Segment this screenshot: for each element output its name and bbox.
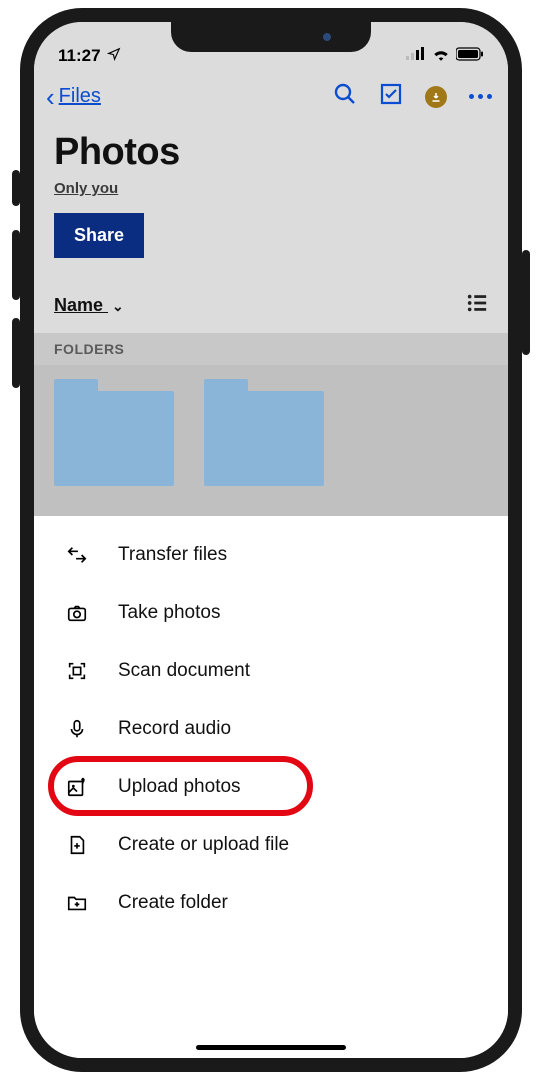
sheet-item-label: Transfer files	[118, 544, 227, 566]
action-sheet: Transfer files Take photos Scan document Re…	[34, 516, 508, 1058]
select-icon[interactable]	[379, 82, 403, 111]
phone-frame: 11:27 ‹ Fil	[20, 8, 522, 1072]
wifi-icon	[432, 46, 450, 66]
back-label: Files	[59, 85, 101, 108]
sheet-item-label: Scan document	[118, 660, 250, 682]
back-button[interactable]: ‹ Files	[46, 84, 101, 110]
cellular-icon	[406, 46, 426, 66]
scan-icon	[64, 660, 90, 682]
sort-button[interactable]: Name ⌄	[54, 295, 124, 316]
sheet-item-transfer[interactable]: Transfer files	[34, 526, 508, 584]
download-badge-icon[interactable]	[425, 86, 447, 108]
more-icon[interactable]	[469, 94, 492, 99]
visibility-label[interactable]: Only you	[54, 180, 488, 197]
search-icon[interactable]	[333, 82, 357, 111]
sheet-item-label: Create or upload file	[118, 834, 289, 856]
sheet-item-label: Record audio	[118, 718, 231, 740]
sheet-item-createfolder[interactable]: Create folder	[34, 874, 508, 932]
section-header-folders: FOLDERS	[34, 333, 508, 365]
battery-icon	[456, 46, 484, 66]
chevron-left-icon: ‹	[46, 84, 55, 110]
sheet-item-upload[interactable]: Upload photos	[34, 758, 508, 816]
transfer-icon	[64, 544, 90, 566]
status-time: 11:27	[58, 46, 101, 66]
record-icon	[64, 718, 90, 740]
folder-grid	[34, 365, 508, 516]
chevron-down-icon: ⌄	[112, 298, 124, 315]
sheet-item-take[interactable]: Take photos	[34, 584, 508, 642]
nav-bar: ‹ Files	[34, 68, 508, 121]
createfolder-icon	[64, 892, 90, 914]
location-icon	[107, 46, 121, 66]
sheet-item-scan[interactable]: Scan document	[34, 642, 508, 700]
list-view-icon[interactable]	[466, 292, 488, 319]
folder-item[interactable]	[204, 391, 324, 486]
take-icon	[64, 602, 90, 624]
page-title: Photos	[54, 131, 488, 174]
folder-item[interactable]	[54, 391, 174, 486]
share-button[interactable]: Share	[54, 213, 144, 258]
sheet-item-record[interactable]: Record audio	[34, 700, 508, 758]
sheet-item-label: Create folder	[118, 892, 228, 914]
home-indicator[interactable]	[196, 1045, 346, 1050]
notch	[171, 22, 371, 52]
sort-label: Name	[54, 295, 103, 315]
sheet-item-label: Take photos	[118, 602, 220, 624]
sheet-item-createfile[interactable]: Create or upload file	[34, 816, 508, 874]
upload-icon	[64, 776, 90, 798]
sheet-item-label: Upload photos	[118, 776, 241, 798]
createfile-icon	[64, 834, 90, 856]
